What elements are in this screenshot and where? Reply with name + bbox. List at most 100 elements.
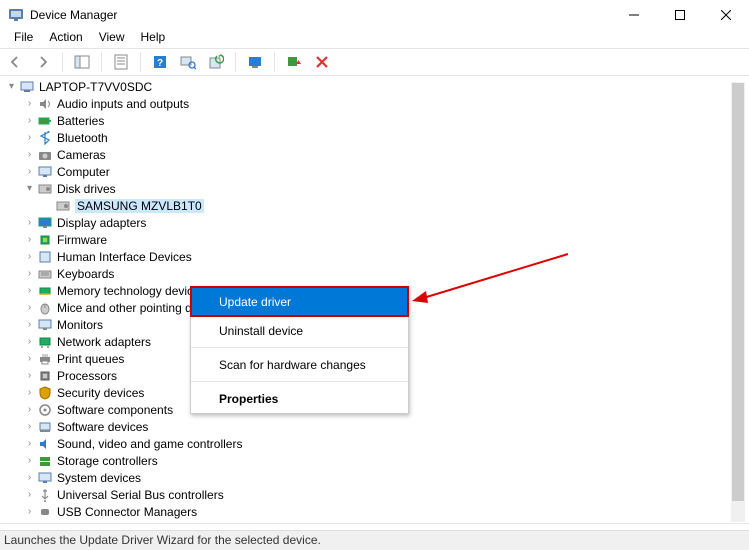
context-menu: Update driver Uninstall device Scan for …	[190, 286, 409, 414]
tree-node-cameras[interactable]: ›Cameras	[0, 146, 749, 163]
tree-node-firmware[interactable]: ›Firmware	[0, 231, 749, 248]
scrollbar-thumb[interactable]	[732, 83, 744, 501]
context-menu-uninstall[interactable]: Uninstall device	[191, 316, 408, 345]
expand-icon[interactable]: ›	[24, 115, 35, 126]
expand-icon[interactable]: ›	[24, 251, 35, 262]
properties-icon[interactable]	[110, 51, 132, 73]
context-menu-separator	[191, 347, 408, 348]
computer-icon	[37, 164, 53, 180]
device-tree-area[interactable]: ▾ LAPTOP-T7VV0SDC › Audio inputs and outp…	[0, 76, 749, 524]
show-hide-tree-icon[interactable]	[71, 51, 93, 73]
storage-icon	[37, 453, 53, 469]
tree-node-software-devices[interactable]: ›Software devices	[0, 418, 749, 435]
help-icon[interactable]: ?	[149, 51, 171, 73]
bluetooth-icon	[37, 130, 53, 146]
expand-icon[interactable]: ›	[24, 489, 35, 500]
disk-icon	[37, 181, 53, 197]
expand-icon[interactable]: ›	[24, 166, 35, 177]
collapse-icon[interactable]: ▾	[24, 183, 35, 194]
maximize-button[interactable]	[657, 0, 703, 30]
expand-icon[interactable]: ›	[24, 234, 35, 245]
tree-root[interactable]: ▾ LAPTOP-T7VV0SDC	[0, 78, 749, 95]
expand-icon[interactable]: ›	[24, 455, 35, 466]
toolbar-separator	[101, 52, 102, 72]
toolbar-separator	[140, 52, 141, 72]
expand-icon[interactable]: ›	[24, 302, 35, 313]
back-button[interactable]	[4, 51, 26, 73]
tree-item-label: Network adapters	[57, 335, 151, 349]
tree-item-label: Print queues	[57, 352, 124, 366]
expand-icon[interactable]: ›	[24, 387, 35, 398]
tree-item-label: USB Connector Managers	[57, 505, 197, 519]
keyboard-icon	[37, 266, 53, 282]
tree-item-label: Audio inputs and outputs	[57, 97, 189, 111]
tree-node-system[interactable]: › System devices	[0, 469, 749, 486]
tree-item-label: Software components	[57, 403, 173, 417]
menu-view[interactable]: View	[91, 30, 133, 48]
tree-node-computer[interactable]: ›Computer	[0, 163, 749, 180]
tree-item-label: Monitors	[57, 318, 103, 332]
expand-icon[interactable]: ›	[24, 217, 35, 228]
tree-node-samsung-drive[interactable]: SAMSUNG MZVLB1T0	[0, 197, 749, 214]
toolbar: ?	[0, 48, 749, 76]
tree-item-label: Storage controllers	[57, 454, 158, 468]
hid-icon	[37, 249, 53, 265]
expand-icon[interactable]: ›	[24, 353, 35, 364]
collapse-icon[interactable]: ▾	[6, 81, 17, 92]
sound-icon	[37, 436, 53, 452]
forward-button[interactable]	[32, 51, 54, 73]
tree-item-label: System devices	[57, 471, 141, 485]
menu-file[interactable]: File	[6, 30, 41, 48]
expand-icon[interactable]: ›	[24, 404, 35, 415]
software-component-icon	[37, 402, 53, 418]
expand-icon[interactable]: ›	[24, 336, 35, 347]
tree-node-sound[interactable]: ›Sound, video and game controllers	[0, 435, 749, 452]
expand-icon[interactable]: ›	[24, 438, 35, 449]
tree-item-label: Human Interface Devices	[57, 250, 192, 264]
expand-icon[interactable]: ›	[24, 98, 35, 109]
tree-node-keyboards[interactable]: › Keyboards	[0, 265, 749, 282]
tree-node-batteries[interactable]: › Batteries	[0, 112, 749, 129]
disable-device-icon[interactable]	[283, 51, 305, 73]
tree-node-audio[interactable]: › Audio inputs and outputs	[0, 95, 749, 112]
scan-hardware-icon[interactable]	[177, 51, 199, 73]
expand-icon[interactable]: ›	[24, 472, 35, 483]
window-controls	[611, 0, 749, 30]
context-menu-update-driver[interactable]: Update driver	[191, 287, 408, 316]
expand-icon[interactable]: ›	[24, 421, 35, 432]
disk-icon	[55, 198, 71, 214]
mouse-icon	[37, 300, 53, 316]
expand-icon[interactable]: ›	[24, 149, 35, 160]
menu-help[interactable]: Help	[133, 30, 174, 48]
expand-icon[interactable]: ›	[24, 370, 35, 381]
expand-icon[interactable]: ›	[24, 132, 35, 143]
tree-item-label: Batteries	[57, 114, 104, 128]
close-button[interactable]	[703, 0, 749, 30]
vertical-scrollbar[interactable]	[731, 82, 745, 522]
tree-node-bluetooth[interactable]: ›Bluetooth	[0, 129, 749, 146]
tree-node-display[interactable]: › Display adapters	[0, 214, 749, 231]
tree-node-storage[interactable]: › Storage controllers	[0, 452, 749, 469]
enable-device-icon[interactable]	[244, 51, 266, 73]
context-menu-scan[interactable]: Scan for hardware changes	[191, 350, 408, 379]
tree-item-label: Display adapters	[57, 216, 146, 230]
context-menu-properties[interactable]: Properties	[191, 384, 408, 413]
tree-node-hid[interactable]: › Human Interface Devices	[0, 248, 749, 265]
tree-node-usb-connector[interactable]: › USB Connector Managers	[0, 503, 749, 520]
uninstall-device-icon[interactable]	[311, 51, 333, 73]
system-icon	[37, 470, 53, 486]
tree-item-label: Disk drives	[57, 182, 116, 196]
tree-item-label: Keyboards	[57, 267, 114, 281]
update-driver-icon[interactable]	[205, 51, 227, 73]
expand-icon[interactable]: ›	[24, 285, 35, 296]
processor-icon	[37, 368, 53, 384]
expand-icon[interactable]: ›	[24, 506, 35, 517]
expand-icon[interactable]: ›	[24, 268, 35, 279]
tree-node-disk-drives[interactable]: ▾ Disk drives	[0, 180, 749, 197]
battery-icon	[37, 113, 53, 129]
minimize-button[interactable]	[611, 0, 657, 30]
menu-action[interactable]: Action	[41, 30, 90, 48]
expand-icon[interactable]: ›	[24, 319, 35, 330]
memory-icon	[37, 283, 53, 299]
tree-node-usb[interactable]: ›Universal Serial Bus controllers	[0, 486, 749, 503]
